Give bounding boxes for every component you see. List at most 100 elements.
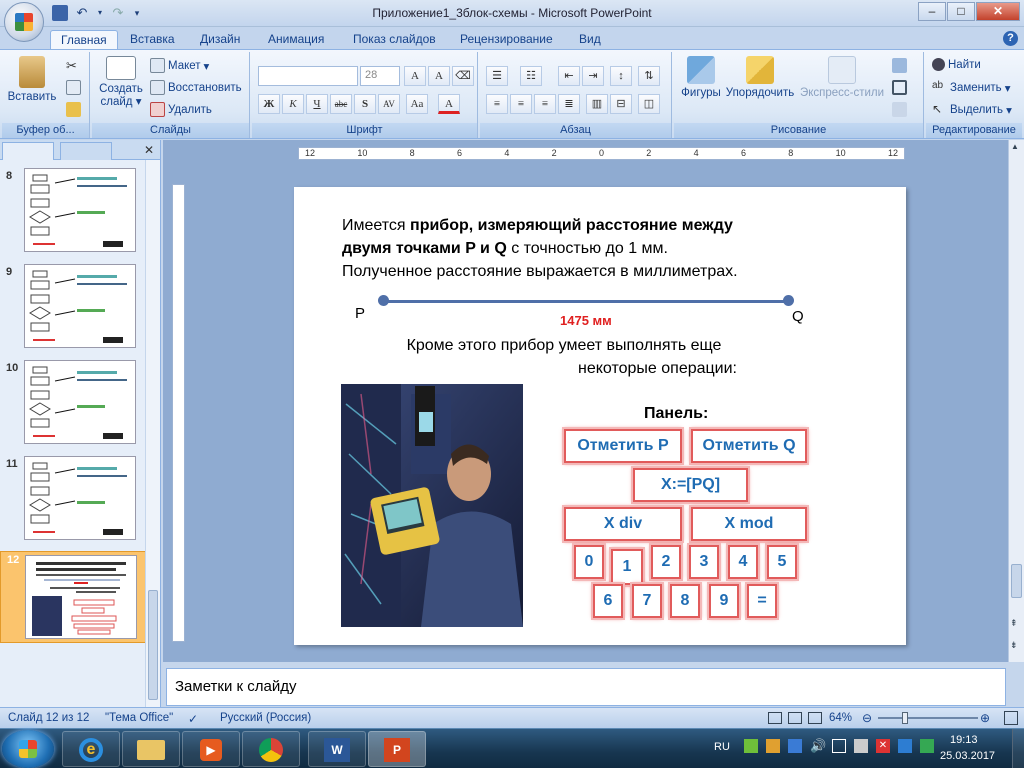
cut-icon[interactable]: ✂ [66, 58, 81, 73]
outline-tab[interactable] [60, 142, 112, 160]
underline-button[interactable]: Ч [306, 94, 328, 114]
reset-button[interactable]: Восстановить [150, 80, 242, 95]
shape-fill-icon[interactable] [892, 58, 907, 73]
new-slide-button[interactable]: Создать слайд ▾ [96, 56, 146, 109]
thumbnail-slide-8[interactable]: 8 [0, 168, 146, 258]
tab-review[interactable]: Рецензирование [450, 30, 563, 49]
slides-pane-scrollbar[interactable] [145, 160, 160, 707]
format-painter-icon[interactable] [66, 102, 81, 117]
digit-5-button[interactable]: 5 [767, 545, 797, 579]
arrange-button[interactable]: Упорядочить [722, 56, 798, 100]
slide-vertical-scrollbar[interactable]: ▲ ⇞ ⇟ [1008, 140, 1024, 662]
start-button[interactable] [2, 730, 54, 768]
smartart-button[interactable]: ◫ [638, 94, 660, 114]
volume-icon[interactable]: 🔊 [810, 738, 826, 754]
slide-canvas[interactable]: Имеется прибор, измеряющий расстояние ме… [294, 187, 906, 645]
tab-slideshow[interactable]: Показ слайдов [343, 30, 446, 49]
tab-view[interactable]: Вид [569, 30, 611, 49]
decrease-indent-button[interactable]: ⇤ [558, 66, 580, 86]
copy-icon[interactable] [66, 80, 81, 95]
zoom-level[interactable]: 64% [829, 712, 852, 724]
char-spacing-button[interactable]: AV [378, 94, 400, 114]
grow-font-button[interactable]: A [404, 66, 426, 86]
tray-app-3-icon[interactable] [898, 739, 912, 753]
slides-pane-scroll-thumb[interactable] [148, 590, 158, 700]
theme-name[interactable]: "Тема Office" [105, 712, 173, 724]
tab-home[interactable]: Главная [50, 30, 118, 49]
thumbnail-slide-12[interactable]: 12 [0, 551, 146, 643]
thumbnail-slide-9[interactable]: 9 [0, 264, 146, 354]
line-spacing-button[interactable]: ↕ [610, 66, 632, 86]
digit-6-button[interactable]: 6 [593, 584, 623, 618]
next-slide-icon[interactable]: ⇟ [1010, 640, 1018, 651]
taskbar-explorer[interactable] [122, 731, 180, 767]
tray-app-2-icon[interactable] [788, 739, 802, 753]
taskbar-powerpoint[interactable]: P [368, 731, 426, 767]
align-left-button[interactable]: ≡ [486, 94, 508, 114]
x-mod-button[interactable]: X mod [691, 507, 807, 541]
numbering-button[interactable]: ☷ [520, 66, 542, 86]
digit-9-button[interactable]: 9 [709, 584, 739, 618]
taskbar-chrome[interactable] [242, 731, 300, 767]
digit-3-button[interactable]: 3 [689, 545, 719, 579]
slideshow-icon[interactable] [808, 712, 822, 724]
shape-outline-icon[interactable] [892, 80, 907, 95]
thumbnail-slide-11[interactable]: 11 [0, 456, 146, 546]
technician-photo[interactable] [341, 384, 523, 627]
shape-effects-icon[interactable] [892, 102, 907, 117]
show-desktop-button[interactable] [1012, 729, 1024, 768]
normal-view-icon[interactable] [768, 712, 782, 724]
bold-button[interactable]: Ж [258, 94, 280, 114]
find-button[interactable]: Найти [932, 58, 981, 71]
columns-button[interactable]: ▥ [586, 94, 608, 114]
font-color-button[interactable]: A [438, 94, 460, 114]
text-direction-button[interactable]: ⇅ [638, 66, 660, 86]
replace-button[interactable]: ab Заменить ▾ [932, 80, 1010, 95]
digit-8-button[interactable]: 8 [670, 584, 700, 618]
select-button[interactable]: ↖ Выделить ▾ [932, 102, 1012, 117]
zoom-out-icon[interactable]: ⊖ [862, 711, 872, 725]
thumbnail-slide-10[interactable]: 10 [0, 360, 146, 450]
slides-tab[interactable] [2, 142, 54, 160]
prev-slide-icon[interactable]: ⇞ [1010, 618, 1018, 629]
delete-slide-button[interactable]: Удалить [150, 102, 212, 117]
x-div-button[interactable]: X div [564, 507, 682, 541]
tab-animation[interactable]: Анимация [258, 30, 334, 49]
assign-distance-button[interactable]: X:=[PQ] [633, 468, 748, 502]
change-case-button[interactable]: Aa [406, 94, 428, 114]
align-right-button[interactable]: ≡ [534, 94, 556, 114]
slide-intro-text[interactable]: Имеется прибор, измеряющий расстояние ме… [342, 214, 812, 283]
minimize-button[interactable]: – [918, 2, 946, 21]
clock-time[interactable]: 19:13 [950, 734, 978, 746]
increase-indent-button[interactable]: ⇥ [582, 66, 604, 86]
italic-button[interactable]: К [282, 94, 304, 114]
zoom-slider-thumb[interactable] [902, 712, 908, 724]
nvidia-icon[interactable] [744, 739, 758, 753]
font-size-combo[interactable]: 28 [360, 66, 400, 86]
bullets-button[interactable]: ☰ [486, 66, 508, 86]
zoom-slider-track[interactable] [878, 717, 978, 719]
help-icon[interactable]: ? [1003, 31, 1018, 46]
taskbar-ie[interactable]: e [62, 731, 120, 767]
scroll-up-icon[interactable]: ▲ [1011, 142, 1019, 151]
language-indicator[interactable]: Русский (Россия) [220, 712, 311, 724]
mark-q-button[interactable]: Отметить Q [691, 429, 807, 463]
slide-scroll-thumb[interactable] [1011, 564, 1022, 598]
tray-device-icon[interactable] [832, 739, 846, 753]
mark-p-button[interactable]: Отметить P [564, 429, 682, 463]
zoom-in-icon[interactable]: ⊕ [980, 711, 990, 725]
shapes-button[interactable]: Фигуры [678, 56, 724, 100]
digit-1-button[interactable]: 1 [611, 549, 643, 585]
tab-design[interactable]: Дизайн [190, 30, 250, 49]
network-icon[interactable] [854, 739, 868, 753]
fit-slide-icon[interactable] [1004, 711, 1018, 725]
taskbar-media[interactable]: ▶ [182, 731, 240, 767]
shadow-button[interactable]: S [354, 94, 376, 114]
justify-button[interactable]: ≣ [558, 94, 580, 114]
action-center-icon[interactable]: ✕ [876, 739, 890, 753]
quick-styles-button[interactable]: Экспресс-стили [798, 56, 886, 100]
maximize-button[interactable]: □ [947, 2, 975, 21]
equals-button[interactable]: = [747, 584, 777, 618]
office-button[interactable] [4, 2, 44, 42]
spellcheck-icon[interactable]: ✓ [188, 712, 198, 726]
